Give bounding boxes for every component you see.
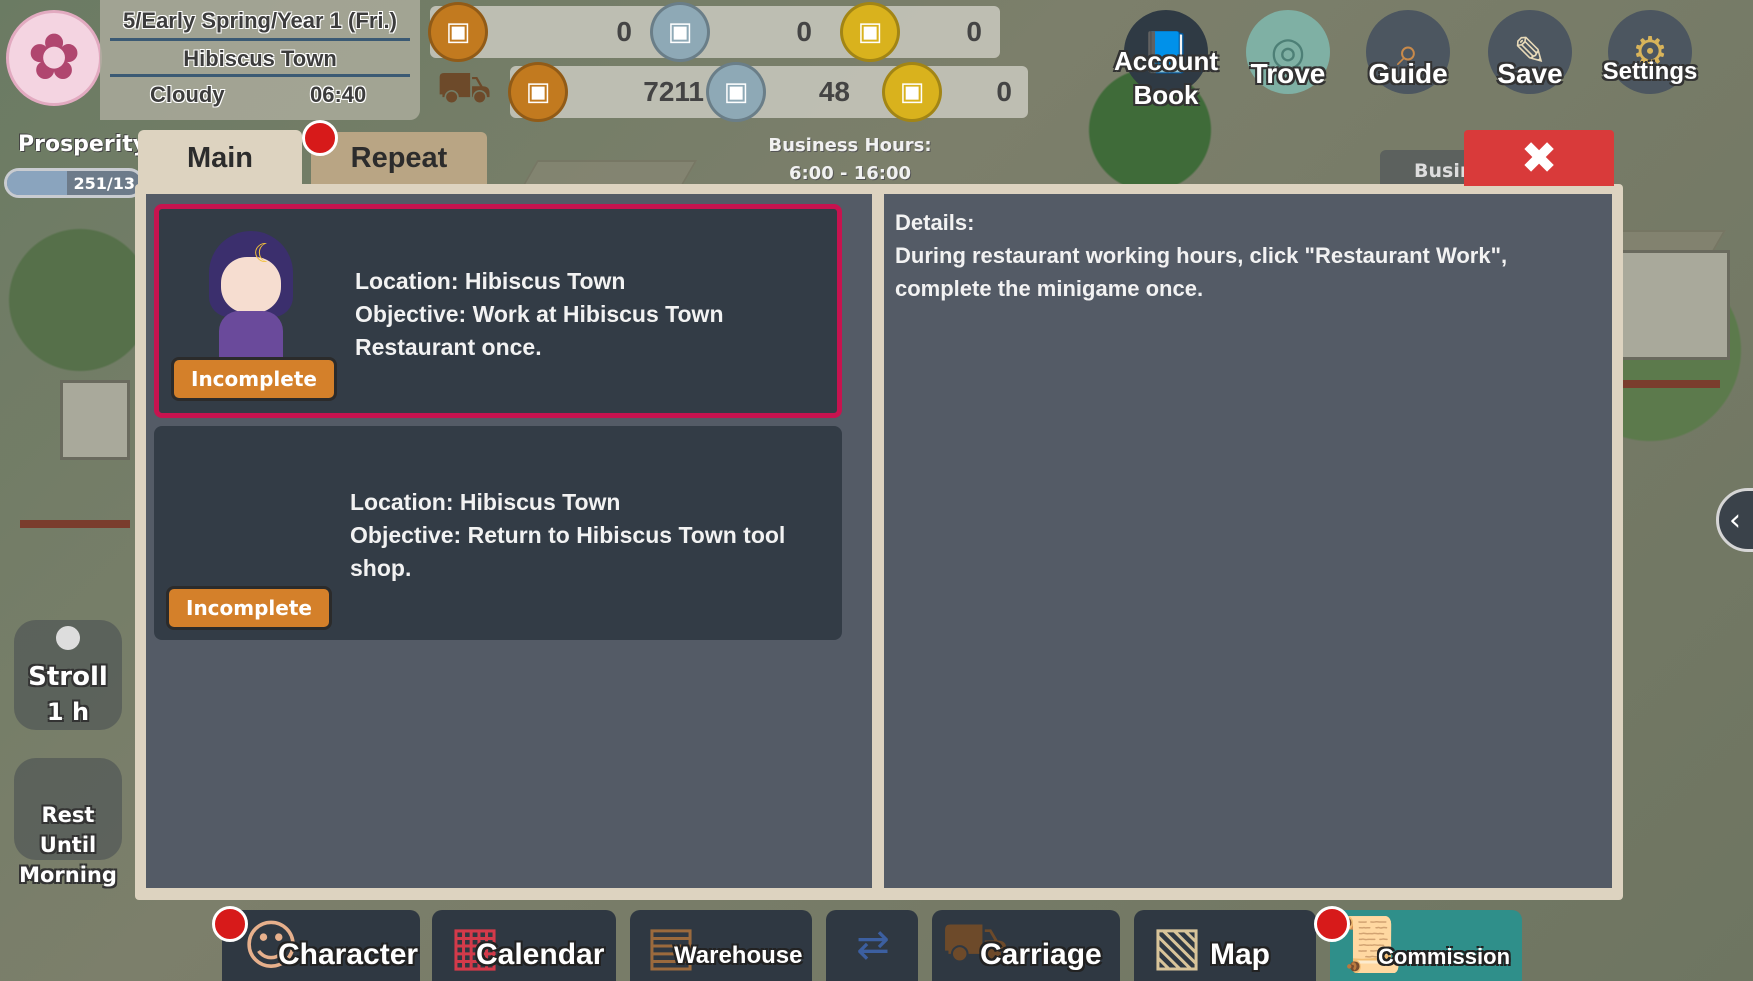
close-button[interactable]: ✖ (1464, 130, 1614, 186)
prosperity-label: Prosperity (18, 132, 148, 157)
commission-button[interactable]: 📜 Commission (1330, 910, 1522, 981)
gold-coin-icon: ▣ (882, 62, 942, 122)
save-label: Save (1497, 58, 1563, 89)
character-label: Character (278, 938, 419, 971)
business-hours-title: Business Hours: (768, 135, 932, 156)
carriage-label: Carriage (980, 938, 1102, 971)
notification-dot (212, 906, 248, 942)
calendar-label: Calendar (476, 938, 605, 971)
swap-arrows-icon: ⇄ (856, 922, 890, 968)
swap-button[interactable]: ⇄ (826, 910, 918, 981)
business-hours: Business Hours: 6:00 - 16:00 (760, 132, 940, 188)
account-book-button[interactable]: 📘 Account Book (1114, 8, 1218, 110)
bronze-coin-icon: ▣ (428, 2, 488, 62)
notification-dot (302, 120, 338, 156)
town-name: Hibiscus Town (183, 46, 337, 71)
details-text: Details: During restaurant working hours… (895, 206, 1595, 305)
walking-figure-icon (56, 626, 80, 650)
currency-bar-top: 0 0 0 (430, 6, 1000, 58)
quest-text: Location: Hibiscus Town Objective: Retur… (350, 486, 812, 585)
tab-main[interactable]: Main (138, 130, 302, 186)
silver-coin-icon: ▣ (706, 62, 766, 122)
save-button[interactable]: ✎ Save (1482, 8, 1578, 108)
quest-card-selected[interactable]: ☾ Location: Hibiscus Town Objective: Wor… (154, 204, 842, 418)
prosperity-fill (7, 171, 68, 195)
warehouse-button[interactable]: ▤ Warehouse (630, 910, 812, 981)
map-label: Map (1210, 938, 1270, 971)
status-badge: Incomplete (171, 357, 337, 401)
quest-location: Location: Hibiscus Town (355, 268, 626, 294)
divider (110, 74, 410, 77)
guide-label: Guide (1368, 58, 1448, 89)
details-title: Details: (895, 210, 975, 235)
divider (110, 38, 410, 41)
character-portrait: ☾ (201, 231, 301, 361)
warehouse-label: Warehouse (674, 942, 803, 969)
stroll-duration: 1 h (46, 698, 90, 726)
cart-icon: ⛟ (436, 62, 492, 113)
silver-coin-icon: ▣ (650, 2, 710, 62)
carriage-button[interactable]: ⛟ Carriage (932, 910, 1120, 981)
crescent-moon-icon: ☾ (253, 239, 277, 269)
date-text: 5/Early Spring/Year 1 (Fri.) (123, 8, 397, 33)
season-flower-icon: ✿ (6, 10, 102, 106)
prosperity-bar: 251/13 (4, 168, 144, 198)
date-info-panel: 5/Early Spring/Year 1 (Fri.) Hibiscus To… (100, 0, 420, 120)
prosperity-value: 251/13 (73, 174, 135, 193)
map-button[interactable]: ▧ Map (1134, 910, 1316, 981)
bronze-coin-icon: ▣ (508, 62, 568, 122)
map-icon: ▧ (1151, 913, 1203, 977)
quest-objective: Objective: Return to Hibiscus Town tool … (350, 522, 786, 581)
cart-bronze-value: 7211 (643, 76, 704, 107)
settings-button[interactable]: ⚙ Settings (1602, 8, 1698, 108)
character-button[interactable]: ☺ Character (222, 910, 420, 981)
stroll-button[interactable]: Stroll 1 h (14, 620, 122, 730)
trove-button[interactable]: ◎ Trove (1240, 8, 1336, 108)
account-book-label: Account Book (1114, 46, 1218, 110)
gold-coin-icon: ▣ (840, 2, 900, 62)
notification-dot (1314, 906, 1350, 942)
trove-label: Trove (1250, 58, 1326, 89)
status-badge: Incomplete (166, 586, 332, 630)
commission-label: Commission (1378, 944, 1511, 969)
quest-objective: Objective: Work at Hibiscus Town Restaur… (355, 301, 724, 360)
quest-card[interactable]: Location: Hibiscus Town Objective: Retur… (154, 426, 842, 640)
quest-text: Location: Hibiscus Town Objective: Work … (355, 265, 807, 364)
calendar-button[interactable]: ▦ Calendar (432, 910, 616, 981)
rest-until-morning-button[interactable]: Rest Until Morning (14, 758, 122, 887)
settings-label: Settings (1602, 58, 1698, 85)
rest-label: Rest Until Morning (19, 803, 117, 887)
quest-location: Location: Hibiscus Town (350, 489, 621, 515)
currency-bronze-value: 0 (616, 16, 632, 47)
business-partial-label: Busin (1380, 150, 1470, 186)
currency-bar-bottom: 7211 48 0 (510, 66, 1028, 118)
clock-time: 06:40 (310, 82, 367, 107)
currency-silver-value: 0 (796, 16, 812, 47)
close-icon: ✖ (1520, 132, 1558, 184)
details-body: During restaurant working hours, click "… (895, 243, 1508, 301)
guide-button[interactable]: ⌕ Guide (1360, 8, 1456, 108)
chevron-left-icon: ‹ (1729, 502, 1741, 538)
stroll-label: Stroll (28, 662, 108, 692)
